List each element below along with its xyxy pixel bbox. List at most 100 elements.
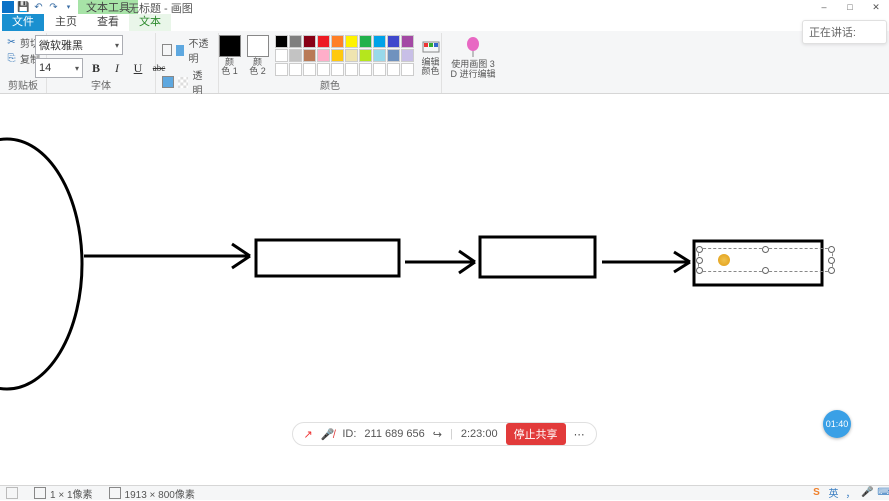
palette-swatch[interactable] — [345, 49, 358, 62]
palette-swatch[interactable] — [275, 35, 288, 48]
opaque-label: 不透明 — [188, 35, 212, 65]
balloon-icon — [463, 35, 483, 59]
minimize-button[interactable]: – — [811, 0, 837, 14]
sogou-icon[interactable]: S — [810, 486, 823, 499]
palette-swatch[interactable] — [303, 35, 316, 48]
canvas[interactable] — [0, 94, 889, 456]
drawing — [0, 94, 889, 456]
checkbox-icon — [162, 76, 174, 88]
opaque-button[interactable]: 不透明 — [162, 35, 212, 65]
paint3d-label: 使用画图 3 D 进行编辑 — [450, 59, 495, 79]
speaking-overlay: 正在讲话: — [802, 20, 887, 44]
color2-swatch — [247, 35, 269, 57]
canvas-size-icon — [109, 487, 121, 499]
copy-icon: ⎘ — [6, 53, 17, 64]
palette-swatch[interactable] — [289, 35, 302, 48]
quick-access-toolbar: 💾 ↶ ↷ ▾ — [0, 0, 74, 14]
color2-label: 颜 色 2 — [249, 58, 266, 76]
edit-colors-button[interactable]: 编辑 颜色 — [420, 35, 442, 76]
palette-swatch[interactable] — [373, 63, 386, 76]
palette-swatch[interactable] — [345, 63, 358, 76]
palette-swatch[interactable] — [275, 49, 288, 62]
underline-button[interactable]: U — [130, 60, 146, 76]
status-bar: 1 × 1像素 1913 × 800像素 S 英 ， 🎤 ⌨ — [0, 485, 889, 500]
meeting-id-label: ID: — [342, 428, 356, 440]
font-family-value: 微软雅黑 — [39, 37, 83, 53]
ime-bar: S 英 ， 🎤 ⌨ — [810, 486, 889, 499]
group-label-clipboard: 剪贴板 — [6, 81, 40, 93]
font-size-value: 14 — [39, 62, 51, 74]
window-title: 无标题 - 画图 — [128, 0, 193, 16]
status-canvas-size: 1913 × 800像素 — [109, 486, 195, 501]
chevron-down-icon: ▾ — [75, 64, 79, 73]
stop-sharing-button[interactable]: 停止共享 — [506, 423, 566, 445]
share-icon[interactable]: ↪ — [433, 428, 442, 441]
palette-swatch[interactable] — [289, 63, 302, 76]
record-timer-badge[interactable]: 01:40 — [823, 410, 851, 438]
palette-swatch[interactable] — [331, 35, 344, 48]
palette-swatch[interactable] — [275, 63, 288, 76]
palette-swatch[interactable] — [345, 35, 358, 48]
app-icon[interactable] — [2, 1, 14, 13]
font-family-combo[interactable]: 微软雅黑▾ — [35, 35, 123, 55]
meeting-id: 211 689 656 — [364, 428, 424, 440]
checkbox-icon — [162, 44, 172, 56]
group-label-font: 字体 — [53, 81, 149, 93]
palette-swatch[interactable] — [373, 49, 386, 62]
paint3d-button[interactable]: 使用画图 3 D 进行编辑 — [448, 33, 497, 79]
palette-swatch[interactable] — [289, 49, 302, 62]
ime-lang[interactable]: 英 — [827, 486, 840, 499]
undo-icon[interactable]: ↶ — [33, 2, 44, 13]
arrow-up-icon[interactable]: ↗ — [303, 428, 312, 441]
palette-swatch[interactable] — [331, 63, 344, 76]
tab-home[interactable]: 主页 — [45, 11, 87, 31]
color-palette — [275, 35, 414, 76]
palette-swatch[interactable] — [401, 35, 414, 48]
ime-keyboard-icon[interactable]: ⌨ — [878, 486, 889, 499]
ime-mic-icon[interactable]: 🎤 — [861, 486, 874, 499]
palette-swatch[interactable] — [331, 49, 344, 62]
palette-swatch[interactable] — [387, 63, 400, 76]
save-icon[interactable]: 💾 — [18, 2, 29, 13]
ime-comma-icon[interactable]: ， — [844, 486, 857, 499]
ribbon-tabs: 文件 主页 查看 文本 — [0, 14, 889, 31]
group-label-colors: 颜色 — [225, 81, 435, 93]
palette-swatch[interactable] — [373, 35, 386, 48]
cursor-pos-icon — [6, 487, 18, 499]
edit-colors-icon — [420, 35, 442, 57]
mic-muted-icon[interactable]: 🎤̸ — [321, 428, 335, 441]
palette-swatch[interactable] — [317, 35, 330, 48]
edit-colors-label: 编辑 颜色 — [421, 58, 439, 76]
italic-button[interactable]: I — [109, 60, 125, 76]
bold-button[interactable]: B — [88, 60, 104, 76]
palette-swatch[interactable] — [401, 49, 414, 62]
selection-size-value: 1 × 1像素 — [50, 486, 93, 501]
scissors-icon: ✂ — [6, 37, 17, 48]
palette-swatch[interactable] — [317, 49, 330, 62]
palette-swatch[interactable] — [303, 63, 316, 76]
color1-label: 颜 色 1 — [221, 58, 238, 76]
maximize-button[interactable]: □ — [837, 0, 863, 14]
palette-swatch[interactable] — [359, 49, 372, 62]
workspace: ↗ 🎤̸ ID: 211 689 656 ↪ | 2:23:00 停止共享 ⋯ … — [0, 94, 889, 456]
palette-swatch[interactable] — [359, 63, 372, 76]
redo-icon[interactable]: ↷ — [48, 2, 59, 13]
ribbon: ✂剪切 ⎘复制 剪贴板 微软雅黑▾ 14▾ B I U abc 字体 不透明 透… — [0, 31, 889, 94]
status-selection: 1 × 1像素 — [34, 486, 93, 501]
palette-swatch[interactable] — [359, 35, 372, 48]
palette-swatch[interactable] — [387, 49, 400, 62]
color2-button[interactable]: 颜 色 2 — [247, 35, 269, 76]
font-size-combo[interactable]: 14 ▾ — [35, 58, 83, 78]
font-group-body: 微软雅黑▾ 14▾ B I U abc — [35, 33, 167, 78]
tab-file[interactable]: 文件 — [2, 11, 44, 31]
status-cursor — [6, 487, 18, 499]
palette-swatch[interactable] — [387, 35, 400, 48]
transparent-button[interactable]: 透明 — [162, 67, 212, 97]
palette-swatch[interactable] — [317, 63, 330, 76]
palette-swatch[interactable] — [303, 49, 316, 62]
color1-button[interactable]: 颜 色 1 — [219, 35, 241, 76]
palette-swatch[interactable] — [401, 63, 414, 76]
more-icon[interactable]: ⋯ — [574, 428, 586, 441]
qat-dropdown-icon[interactable]: ▾ — [63, 2, 74, 13]
close-button[interactable]: ✕ — [863, 0, 889, 14]
